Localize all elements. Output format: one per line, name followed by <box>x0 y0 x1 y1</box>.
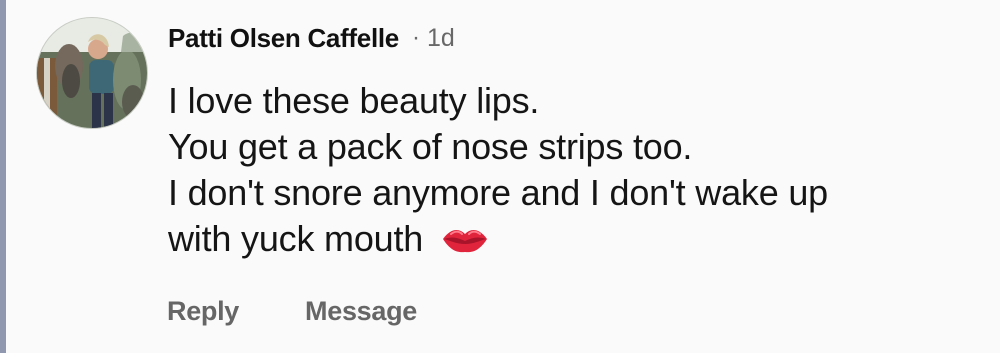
comment-line-4-text: with yuck mouth <box>168 218 424 259</box>
comment-card: Patti Olsen Caffelle · 1d I love these b… <box>0 0 1000 353</box>
avatar[interactable] <box>36 17 148 129</box>
lips-emoji-icon <box>441 226 489 254</box>
comment-header: Patti Olsen Caffelle · 1d <box>168 22 455 54</box>
comment-text: I love these beauty lips. You get a pack… <box>168 78 948 262</box>
message-button[interactable]: Message <box>305 296 417 327</box>
reply-button[interactable]: Reply <box>167 296 239 327</box>
comment-timestamp[interactable]: 1d <box>427 24 455 53</box>
author-name[interactable]: Patti Olsen Caffelle <box>168 23 399 54</box>
comment-line-4: with yuck mouth <box>168 216 948 262</box>
comment-line-3: I don't snore anymore and I don't wake u… <box>168 172 828 213</box>
comment-line-1: I love these beauty lips. <box>168 80 540 121</box>
separator-dot: · <box>411 24 420 51</box>
comment-actions: Reply Message <box>167 293 417 329</box>
comment-line-2: You get a pack of nose strips too. <box>168 126 693 167</box>
